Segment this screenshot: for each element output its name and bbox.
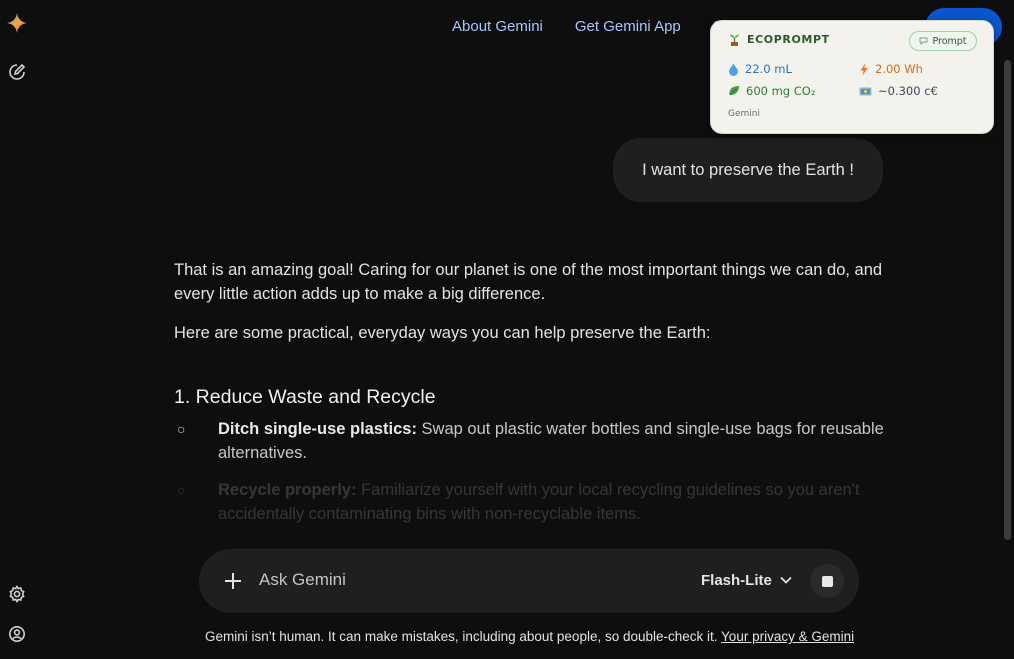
disclaimer-text: Gemini isn’t human. It can make mistakes… [205,629,718,644]
new-chat-icon[interactable] [6,61,28,83]
eco-source-label: Gemini [728,109,760,119]
about-gemini-link[interactable]: About Gemini [452,18,543,35]
water-metric: 22.0 mL [728,62,792,76]
banknote-icon [859,87,872,95]
cost-metric: ~0.300 c€ [859,84,938,98]
leaf-icon [729,86,739,96]
list-bullet: ○ [177,482,186,498]
energy-value: 2.00 Wh [875,62,923,76]
list-item-title: Recycle properly: [218,481,357,499]
account-icon[interactable] [6,623,28,645]
co2-metric: 600 mg CO₂ [728,84,815,98]
list-item-title: Ditch single-use plastics: [218,420,417,438]
scrollbar[interactable] [1004,60,1012,542]
speech-bubble-icon [920,37,928,45]
response-lead: Here are some practical, everyday ways y… [174,324,711,342]
privacy-link[interactable]: Your privacy & Gemini [721,629,854,644]
eco-brand: ECOPROMPT [728,33,830,46]
model-response: That is an amazing goal! Caring for our … [174,258,894,539]
list-item: ○ Ditch single-use plastics: Swap out pl… [174,417,894,465]
gemini-sparkle-icon[interactable] [6,12,28,34]
section-title: 1. Reduce Waste and Recycle [174,386,436,408]
stop-square-icon [821,575,833,587]
energy-metric: 2.00 Wh [859,62,923,76]
list-bullet: ○ [177,421,186,437]
settings-gear-icon[interactable] [6,583,28,605]
water-value: 22.0 mL [745,62,792,76]
chevron-down-icon[interactable] [779,573,793,587]
get-gemini-app-link[interactable]: Get Gemini App [575,18,681,35]
user-message-bubble: I want to preserve the Earth ! [613,138,883,202]
stop-button[interactable] [810,564,844,598]
add-attachment-plus-icon[interactable] [221,569,245,593]
lightning-icon [860,63,868,75]
footer-disclaimer: Gemini isn’t human. It can make mistakes… [205,629,854,644]
prompt-input[interactable]: Ask Gemini [259,570,346,590]
response-intro: That is an amazing goal! Caring for our … [174,261,883,303]
tips-list: ○ Ditch single-use plastics: Swap out pl… [174,417,894,526]
model-selector[interactable]: Flash-Lite [701,572,772,589]
prompt-pill[interactable]: Prompt [909,31,977,51]
eco-brand-label: ECOPROMPT [747,33,830,46]
co2-value: 600 mg CO₂ [746,84,816,98]
scrollbar-thumb[interactable] [1004,60,1011,540]
sprout-icon [730,34,739,46]
user-message-text: I want to preserve the Earth ! [642,160,854,179]
list-item: ○ Recycle properly: Familiarize yourself… [174,478,894,526]
cost-value: ~0.300 c€ [878,84,938,98]
prompt-input-bar[interactable]: Ask Gemini Flash-Lite [199,549,859,613]
ecoprompt-popup: ECOPROMPT Prompt 22.0 mL 2.00 Wh 600 mg … [710,20,994,134]
water-drop-icon [729,63,738,76]
top-nav: About Gemini Get Gemini App S [452,18,723,35]
left-rail [0,0,34,659]
prompt-pill-label: Prompt [932,35,967,47]
